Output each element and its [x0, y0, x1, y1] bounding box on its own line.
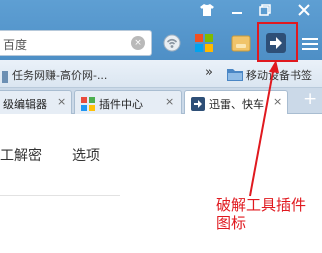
annotation-line-2: 图标	[216, 214, 247, 232]
annotation-line-1: 破解工具插件	[216, 196, 307, 214]
annotation-label: 破解工具插件 图标	[216, 196, 322, 232]
